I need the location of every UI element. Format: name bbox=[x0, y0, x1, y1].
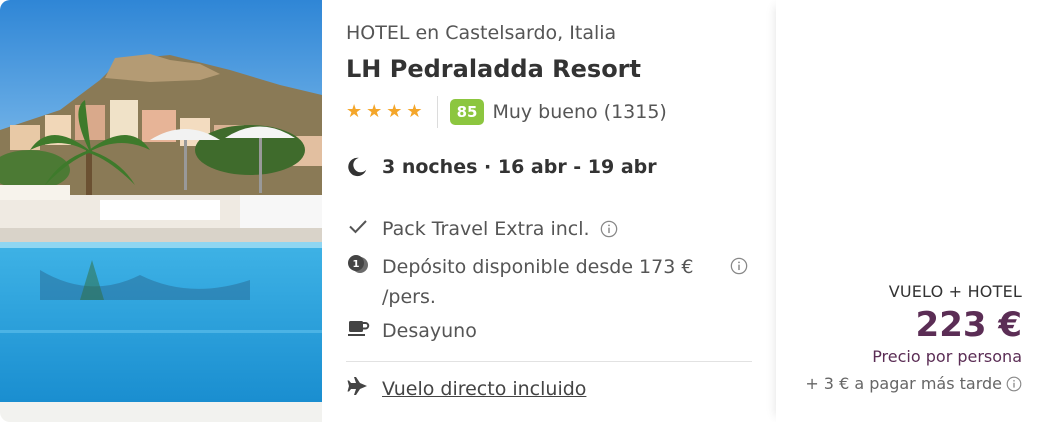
feature-deposit-label: Depósito disponible desde 173 € /pers. bbox=[382, 256, 694, 308]
check-icon bbox=[349, 220, 367, 234]
info-icon[interactable] bbox=[600, 220, 618, 238]
star-icon: ★ bbox=[366, 101, 383, 122]
hotel-details: HOTEL en Castelsardo, Italia LH Pedralad… bbox=[346, 0, 756, 422]
divider bbox=[346, 361, 752, 362]
stay-summary: 3 noches · 16 abr - 19 abr bbox=[346, 156, 657, 178]
review-score-text[interactable]: Muy bueno (1315) bbox=[492, 101, 666, 123]
star-icon: ★ bbox=[346, 101, 363, 122]
feature-board-label: Desayuno bbox=[382, 320, 477, 342]
airplane-icon bbox=[347, 377, 367, 395]
direct-flight-link[interactable]: Vuelo directo incluido bbox=[382, 374, 586, 404]
hotel-name[interactable]: LH Pedraladda Resort bbox=[346, 55, 641, 83]
star-icon: ★ bbox=[406, 101, 423, 122]
feature-pack: Pack Travel Extra incl. bbox=[346, 214, 618, 244]
info-icon[interactable] bbox=[1006, 376, 1022, 392]
review-score-badge: 85 bbox=[449, 99, 485, 125]
feature-pack-label: Pack Travel Extra incl. bbox=[382, 218, 590, 240]
hotel-photo[interactable] bbox=[0, 0, 322, 422]
price-amount: 223 € bbox=[915, 305, 1022, 345]
pay-later-text: + 3 € a pagar más tarde bbox=[805, 374, 1002, 393]
svg-text:1: 1 bbox=[353, 259, 360, 270]
star-rating: ★ ★ ★ ★ bbox=[346, 103, 423, 121]
rating-divider bbox=[436, 96, 438, 128]
rating-row: ★ ★ ★ ★ 85 Muy bueno (1315) bbox=[346, 96, 667, 128]
pay-later-note: + 3 € a pagar más tarde bbox=[805, 374, 1022, 393]
moon-icon bbox=[348, 157, 367, 177]
feature-deposit: 1 Depósito disponible desde 173 € /pers. bbox=[346, 252, 756, 312]
feature-board: Desayuno bbox=[346, 316, 477, 346]
hotel-category: HOTEL en Castelsardo, Italia bbox=[346, 22, 617, 44]
deposit-coin-icon: 1 bbox=[348, 255, 368, 273]
feature-flight: Vuelo directo incluido bbox=[346, 374, 586, 404]
price-per-person-label: Precio por persona bbox=[872, 347, 1022, 366]
info-icon[interactable] bbox=[730, 257, 748, 275]
stay-dates: 3 noches · 16 abr - 19 abr bbox=[382, 156, 657, 178]
hotel-offer-card[interactable]: HOTEL en Castelsardo, Italia LH Pedralad… bbox=[0, 0, 1044, 422]
coffee-cup-icon bbox=[348, 321, 370, 336]
price-panel[interactable]: VUELO + HOTEL 223 € Precio por persona +… bbox=[776, 0, 1044, 422]
package-type: VUELO + HOTEL bbox=[888, 282, 1022, 301]
hotel-photo-image bbox=[0, 0, 322, 422]
star-icon: ★ bbox=[386, 101, 403, 122]
